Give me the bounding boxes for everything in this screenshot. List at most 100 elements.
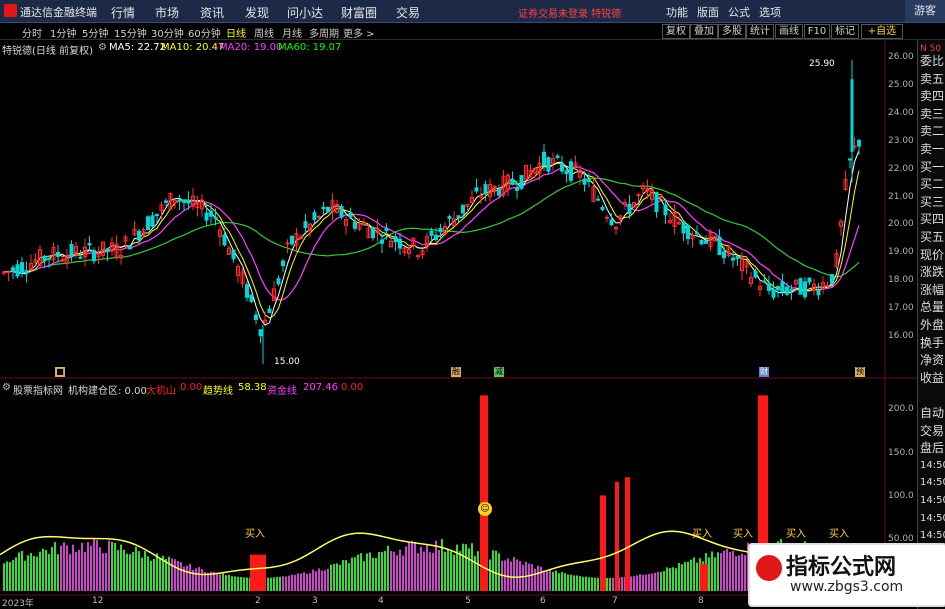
indicator-bar — [126, 553, 128, 591]
candle-body — [461, 204, 465, 214]
indicator-bar — [231, 576, 233, 591]
indicator-bar — [363, 561, 365, 591]
candle-body — [254, 314, 258, 321]
indicator-bar — [105, 552, 107, 591]
side-panel-item: 14:50 — [920, 459, 945, 471]
candle-body — [249, 294, 254, 303]
indicator-bar — [129, 554, 131, 591]
event-marker-finance[interactable]: 财 — [759, 367, 769, 377]
indicator-bar — [189, 563, 191, 591]
indicator-bar — [693, 557, 695, 591]
indicator-bar — [78, 549, 80, 591]
ind-tick: 150.0 — [888, 448, 914, 458]
indicator-bar — [51, 546, 53, 591]
candle-body — [69, 243, 74, 258]
indicator-bar — [642, 574, 644, 591]
date-label: 6 — [540, 596, 546, 606]
indicator-bar — [561, 572, 563, 591]
candle-body — [785, 286, 789, 295]
date-label: 2 — [255, 596, 261, 606]
indicator-bar — [111, 541, 113, 591]
indicator-gear-icon[interactable]: ⚙ — [2, 382, 11, 393]
indicator-bar — [39, 551, 41, 591]
indicator-bar — [132, 552, 134, 591]
watermark-url: www.zbgs3.com — [790, 579, 904, 595]
indicator-bar — [69, 554, 71, 591]
indicator-bar — [345, 560, 347, 591]
indicator-bar — [135, 546, 137, 591]
candle-body — [582, 178, 587, 185]
event-marker-forecast[interactable]: 预 — [855, 367, 865, 377]
candle-body — [447, 216, 452, 219]
side-panel-item: 现价 — [920, 247, 945, 262]
indicator-bar — [456, 544, 458, 591]
indicator-bar — [144, 550, 146, 591]
side-panel-item: 卖一 — [920, 142, 945, 156]
event-marker-margin[interactable]: 融 — [451, 367, 461, 377]
candle-body — [137, 230, 141, 241]
candle-body — [659, 196, 663, 199]
indicator-bar — [360, 553, 362, 591]
indicator-bar — [633, 576, 635, 591]
indicator-bar — [348, 563, 350, 591]
side-panel-item: 买四 — [920, 212, 945, 227]
side-panel-item: 14:50 — [920, 477, 945, 489]
side-panel-item: 换手 — [920, 335, 945, 350]
indicator-bar — [24, 560, 26, 591]
indicator-bar — [291, 574, 293, 591]
indicator-bar — [282, 576, 284, 591]
price-axis-tick: 26.00 — [888, 52, 914, 62]
indicator-bar — [12, 560, 14, 591]
indicator-bar — [660, 572, 662, 591]
indicator-bar — [57, 554, 59, 591]
date-label: 4 — [378, 596, 384, 606]
indicator-bar — [339, 564, 341, 591]
indicator-bar — [492, 550, 494, 591]
indicator-bar — [54, 542, 56, 591]
event-marker-reduce[interactable]: 减 — [494, 367, 504, 377]
candle-body — [542, 151, 546, 166]
indicator-bar — [666, 567, 668, 591]
indicator-red-bar — [700, 563, 708, 591]
indicator-item-1-value: 0.00 — [180, 382, 203, 393]
indicator-bar — [42, 548, 44, 591]
indicator-bar — [297, 573, 299, 591]
candle-body — [474, 187, 479, 192]
indicator-bar — [387, 545, 389, 591]
candle-body — [735, 256, 740, 260]
candle-body — [281, 260, 285, 267]
indicator-bar — [567, 574, 569, 591]
indicator-bar — [720, 553, 722, 591]
indicator-red-bar — [615, 481, 619, 591]
indicator-bar — [342, 560, 344, 591]
candle-body — [434, 234, 438, 240]
candle-body — [393, 236, 398, 243]
candle-body — [231, 249, 236, 260]
indicator-bar — [48, 554, 50, 591]
indicator-bar — [63, 542, 65, 591]
indicator-bar — [114, 542, 116, 591]
high-price-label: 25.90 — [809, 59, 835, 69]
indicator-bar — [645, 574, 647, 591]
indicator-bar — [246, 577, 248, 591]
indicator-bar — [654, 572, 656, 591]
side-panel-item: 买三 — [920, 194, 945, 209]
candle-body — [555, 155, 560, 159]
price-axis-tick: 20.00 — [888, 219, 914, 230]
indicator-bar — [30, 553, 32, 591]
indicator-bar — [285, 576, 287, 591]
indicator-bar — [681, 564, 683, 591]
indicator-bar — [426, 544, 428, 591]
indicator-bar — [594, 577, 596, 591]
indicator-bar — [321, 570, 323, 591]
indicator-bar — [396, 555, 398, 591]
date-label: 7 — [612, 596, 618, 606]
indicator-bar — [300, 573, 302, 591]
chart-canvas[interactable] — [0, 0, 917, 609]
watermark-logo: 指标公式网 www.zbgs3.com — [748, 543, 945, 607]
event-marker[interactable]: ■ — [55, 367, 65, 377]
indicator-bar — [165, 558, 167, 591]
indicator-bar — [684, 562, 686, 591]
candle-body — [317, 215, 321, 218]
buy-signal-label: 买入 — [245, 529, 265, 540]
